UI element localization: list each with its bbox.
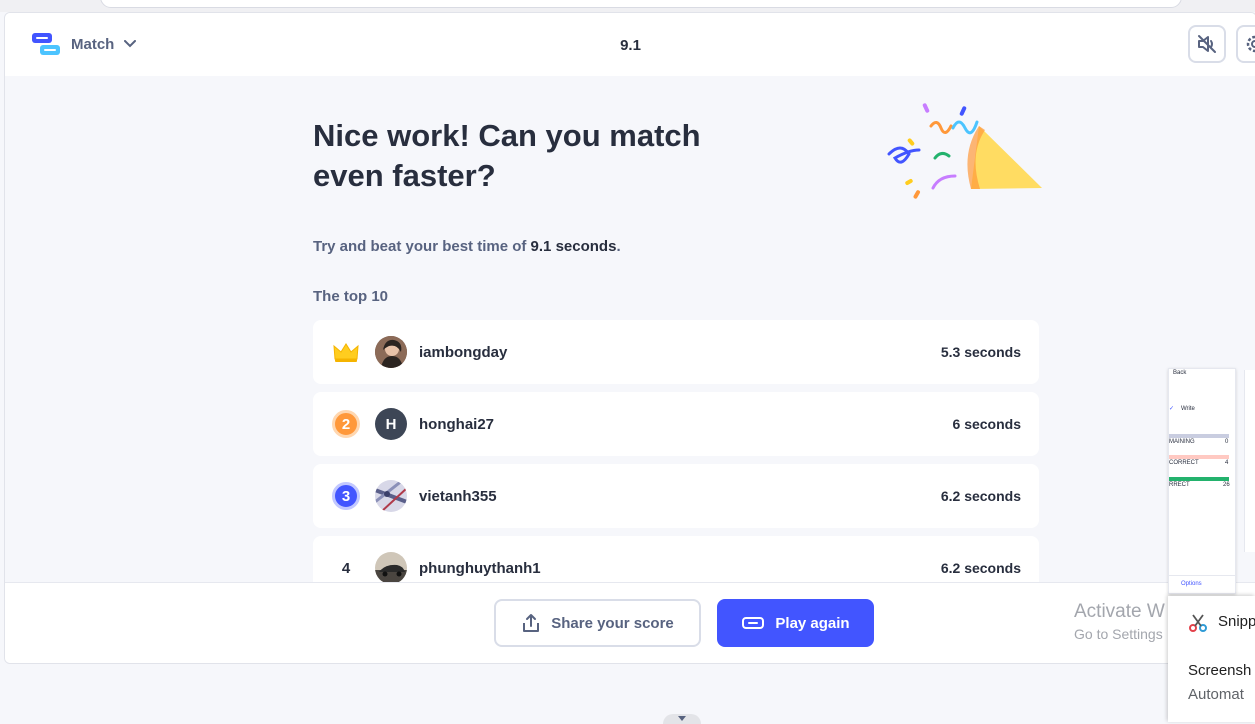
thumb-write: Write	[1181, 406, 1195, 412]
thumb-incorrect-bar	[1169, 455, 1229, 459]
leaderboard-row: 2 H honghai27 6 seconds	[313, 392, 1039, 456]
thumb-divider	[1169, 575, 1235, 576]
profile-photo-icon	[375, 552, 407, 582]
rank-badge: 2	[331, 409, 361, 439]
screenshot-thumbnail[interactable]: Back ✓ Write MAINING 0 CORRECT 4 RRECT 2…	[1168, 368, 1236, 594]
mute-button[interactable]	[1188, 25, 1226, 63]
browser-top-strip	[0, 0, 1255, 12]
speaker-muted-icon	[1198, 35, 1216, 53]
share-icon	[523, 614, 540, 632]
chevron-down-icon	[678, 716, 686, 721]
share-score-button[interactable]: Share your score	[494, 599, 701, 647]
username[interactable]: vietanh355	[419, 488, 497, 505]
timer: 9.1	[620, 37, 641, 54]
leaderboard-row: 3 vietanh355 6.2 seconds	[313, 464, 1039, 528]
thumb-correct-count: 26	[1223, 482, 1230, 488]
settings-button[interactable]	[1236, 25, 1255, 63]
snip-line-2: Automat	[1188, 686, 1244, 703]
avatar	[375, 336, 407, 368]
cards-icon	[742, 617, 765, 629]
thumb-back: Back	[1173, 370, 1187, 376]
scissors-icon	[1189, 614, 1207, 632]
footer-bar: Share your score Play again Activate W G…	[5, 582, 1255, 663]
leaderboard-row: iambongday 5.3 seconds	[313, 320, 1039, 384]
leaderboard-row: 4 phunghuythanh1 6.2 seconds	[313, 536, 1039, 582]
avatar: H	[375, 408, 407, 440]
thumbnail-edge	[1244, 370, 1255, 552]
best-time-text: Try and beat your best time of 9.1 secon…	[313, 238, 621, 255]
thumb-correct: RRECT	[1169, 482, 1190, 488]
crown-icon	[333, 343, 359, 362]
username[interactable]: phunghuythanh1	[419, 560, 541, 577]
thumb-incorrect-count: 4	[1225, 460, 1229, 466]
profile-photo-icon	[375, 480, 407, 512]
check-icon: ✓	[1169, 406, 1175, 412]
profile-photo-icon	[375, 336, 407, 368]
score-time: 6 seconds	[952, 416, 1021, 432]
username[interactable]: iambongday	[419, 344, 507, 361]
snipping-tool-notification[interactable]: Snipp Screensh Automat	[1168, 596, 1255, 722]
leaderboard-title: The top 10	[313, 288, 389, 305]
activate-line-1: Activate W	[1074, 601, 1165, 622]
best-time-prefix: Try and beat your best time of	[313, 238, 531, 255]
play-again-button[interactable]: Play again	[717, 599, 874, 647]
avatar	[375, 552, 407, 582]
scroll-down-handle[interactable]	[663, 714, 701, 724]
match-results-app: Match 9.1 Nice work! Can you match even …	[4, 12, 1255, 664]
score-time: 6.2 seconds	[940, 488, 1021, 504]
activate-windows-watermark: Activate W Go to Settings	[1074, 601, 1165, 645]
avatar	[375, 480, 407, 512]
page-title: Nice work! Can you match even faster?	[313, 118, 701, 193]
thumb-remaining: MAINING	[1169, 439, 1195, 445]
rank-badge: 3	[331, 481, 361, 511]
gear-icon	[1246, 35, 1255, 53]
best-time-suffix: .	[616, 238, 621, 255]
thumb-remaining-bar	[1169, 434, 1229, 438]
address-bar-edge[interactable]	[100, 0, 1182, 8]
leaderboard: iambongday 5.3 seconds 2 H honghai27 6 s…	[313, 320, 1039, 582]
activate-line-2: Go to Settings	[1074, 626, 1163, 642]
score-time: 5.3 seconds	[940, 344, 1021, 360]
snip-title: Snipp	[1218, 613, 1255, 630]
medal-2-icon: 2	[332, 410, 360, 438]
rank-number: 4	[341, 559, 351, 577]
score-time: 6.2 seconds	[940, 560, 1021, 576]
best-time-value: 9.1 seconds	[530, 238, 617, 255]
snip-line-1: Screensh	[1188, 662, 1252, 679]
thumb-remaining-count: 0	[1225, 439, 1229, 445]
rank-badge: 4	[331, 553, 361, 582]
thumb-options: Options	[1181, 581, 1202, 587]
play-again-label: Play again	[775, 614, 850, 632]
username[interactable]: honghai27	[419, 416, 494, 433]
share-score-label: Share your score	[551, 614, 674, 632]
header: Match 9.1	[5, 13, 1255, 76]
thumb-incorrect: CORRECT	[1169, 460, 1199, 466]
thumb-correct-bar	[1169, 477, 1229, 481]
medal-3-icon: 3	[332, 482, 360, 510]
party-popper-icon	[887, 103, 1042, 199]
rank-badge	[331, 337, 361, 367]
